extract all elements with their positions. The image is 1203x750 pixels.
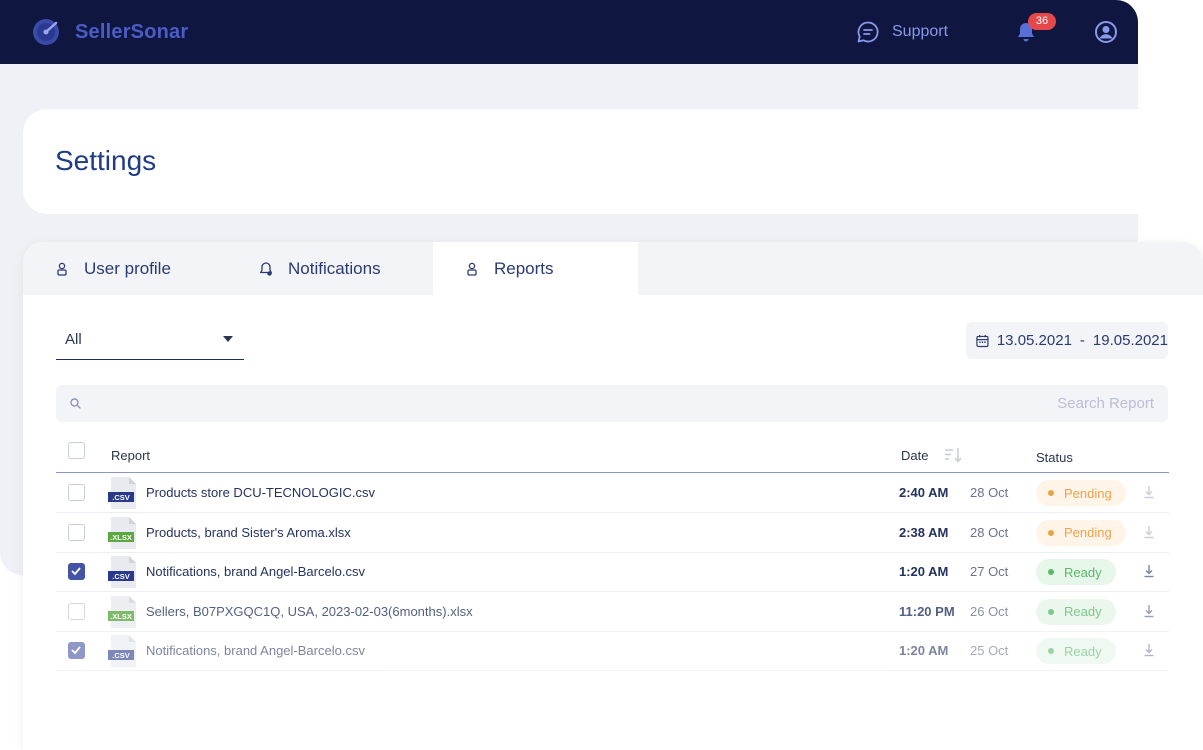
file-type-label: .CSV: [112, 651, 130, 660]
report-name: Notifications, brand Angel-Barcelo.csv: [146, 564, 365, 580]
status-badge: Ready: [1036, 638, 1116, 665]
bell-settings-icon: [259, 261, 273, 276]
calendar-icon: [976, 334, 989, 347]
table-header: Report Date Status: [56, 438, 1169, 473]
report-time: 2:38 AM: [899, 524, 949, 540]
sonar-logo-icon: [33, 19, 59, 45]
report-name: Products, brand Sister's Aroma.xlsx: [146, 524, 351, 540]
tab-notifications[interactable]: Notifications: [228, 242, 433, 295]
reports-panel: User profile Notifications Reports All 1…: [23, 242, 1203, 750]
select-value: All: [65, 331, 82, 348]
status-label: Ready: [1064, 643, 1102, 659]
status-label: Ready: [1064, 604, 1102, 620]
table-row[interactable]: .CSV Notifications, brand Angel-Barcelo.c…: [56, 552, 1169, 593]
sort-icon[interactable]: [944, 447, 964, 463]
xlsx-file-icon: .XLSX: [108, 595, 136, 628]
status-badge: Ready: [1036, 559, 1116, 586]
status-badge: Ready: [1036, 598, 1116, 625]
report-time: 1:20 AM: [899, 564, 949, 580]
page-title: Settings: [55, 145, 157, 176]
report-date: 28 Oct: [970, 485, 1009, 500]
status-dot: [1048, 529, 1054, 536]
report-name: Sellers, B07PXGQC1Q, USA, 2023-02-03(6mo…: [146, 603, 473, 619]
select-all-checkbox[interactable]: [68, 442, 85, 459]
row-checkbox[interactable]: [68, 523, 85, 541]
row-checkbox[interactable]: [68, 563, 85, 581]
xlsx-file-icon: .XLSX: [108, 516, 136, 549]
tab-user-profile[interactable]: User profile: [23, 242, 228, 295]
app-name: SellerSonar: [75, 20, 189, 43]
status-dot: [1048, 648, 1054, 655]
user-icon: [57, 262, 67, 276]
row-checkbox[interactable]: [68, 602, 85, 620]
tab-reports[interactable]: Reports: [433, 242, 638, 295]
support-label: Support: [892, 23, 949, 40]
settings-tabs: User profile Notifications Reports: [23, 242, 1203, 295]
report-date: 28 Oct: [970, 524, 1009, 540]
row-checkbox[interactable]: [68, 642, 85, 660]
status-dot: [1048, 569, 1054, 576]
report-date: 26 Oct: [970, 603, 1009, 619]
status-label: Ready: [1064, 564, 1102, 580]
status-badge: Pending: [1036, 519, 1126, 546]
report-name: Products store DCU-TECNOLOGIC.csv: [146, 485, 375, 500]
report-time: 1:20 AM: [899, 643, 949, 659]
download-icon[interactable]: [1143, 525, 1155, 539]
column-header-date[interactable]: Date: [901, 448, 928, 463]
file-type-label: .XLSX: [110, 612, 132, 621]
table-row[interactable]: .XLSX Sellers, B07PXGQC1Q, USA, 2023-02-0…: [56, 592, 1169, 632]
tab-label: Notifications: [288, 258, 381, 278]
file-type-label: .CSV: [112, 493, 130, 502]
notifications-count-badge: 36: [1028, 13, 1056, 30]
date-to: 19.05.2021: [1092, 332, 1168, 349]
status-label: Pending: [1064, 525, 1112, 541]
top-navigation-bar: SellerSonar Support 36: [0, 0, 1138, 64]
status-dot: [1048, 490, 1054, 496]
checkmark-icon: [71, 646, 81, 655]
report-name: Notifications, brand Angel-Barcelo.csv: [146, 643, 365, 659]
app-logo[interactable]: SellerSonar: [32, 18, 188, 46]
column-header-report: Report: [111, 448, 151, 463]
report-time: 2:40 AM: [899, 485, 949, 500]
download-icon[interactable]: [1143, 604, 1155, 618]
chevron-down-icon: [223, 336, 233, 342]
checkmark-icon: [71, 567, 81, 576]
settings-header-card: Settings: [23, 109, 1138, 214]
support-link[interactable]: Support: [856, 20, 948, 44]
report-type-select[interactable]: All: [56, 321, 244, 360]
status-badge: Pending: [1036, 480, 1126, 506]
search-input[interactable]: [96, 385, 1154, 422]
search-icon: [70, 398, 81, 409]
download-icon[interactable]: [1143, 485, 1155, 499]
file-type-label: .CSV: [112, 572, 130, 581]
table-row[interactable]: .XLSX Products, brand Sister's Aroma.xlsx…: [56, 513, 1169, 553]
date-range-picker[interactable]: 13.05.2021 - 19.05.2021: [966, 322, 1168, 359]
status-dot: [1048, 608, 1054, 615]
table-row[interactable]: .CSV Products store DCU-TECNOLOGIC.csv 2:4…: [56, 473, 1169, 513]
status-label: Pending: [1064, 485, 1112, 501]
column-header-status: Status: [1036, 450, 1073, 465]
file-type-label: .XLSX: [110, 533, 132, 542]
row-checkbox[interactable]: [68, 484, 85, 501]
tab-label: Reports: [494, 258, 554, 278]
chat-icon: [857, 21, 879, 43]
user-icon: [467, 262, 477, 276]
date-from: 13.05.2021: [996, 332, 1072, 349]
search-bar: [56, 385, 1168, 422]
user-account-icon[interactable]: [1094, 20, 1118, 44]
report-time: 11:20 PM: [899, 603, 955, 619]
csv-file-icon: .CSV: [108, 477, 136, 509]
download-icon[interactable]: [1143, 643, 1155, 657]
csv-file-icon: .CSV: [108, 635, 136, 668]
csv-file-icon: .CSV: [108, 556, 136, 589]
date-separator: -: [1079, 332, 1085, 349]
report-date: 25 Oct: [970, 643, 1009, 659]
report-date: 27 Oct: [970, 564, 1009, 580]
download-icon[interactable]: [1143, 564, 1155, 578]
tab-label: User profile: [84, 258, 171, 278]
table-row[interactable]: .CSV Notifications, brand Angel-Barcelo.c…: [56, 631, 1169, 672]
